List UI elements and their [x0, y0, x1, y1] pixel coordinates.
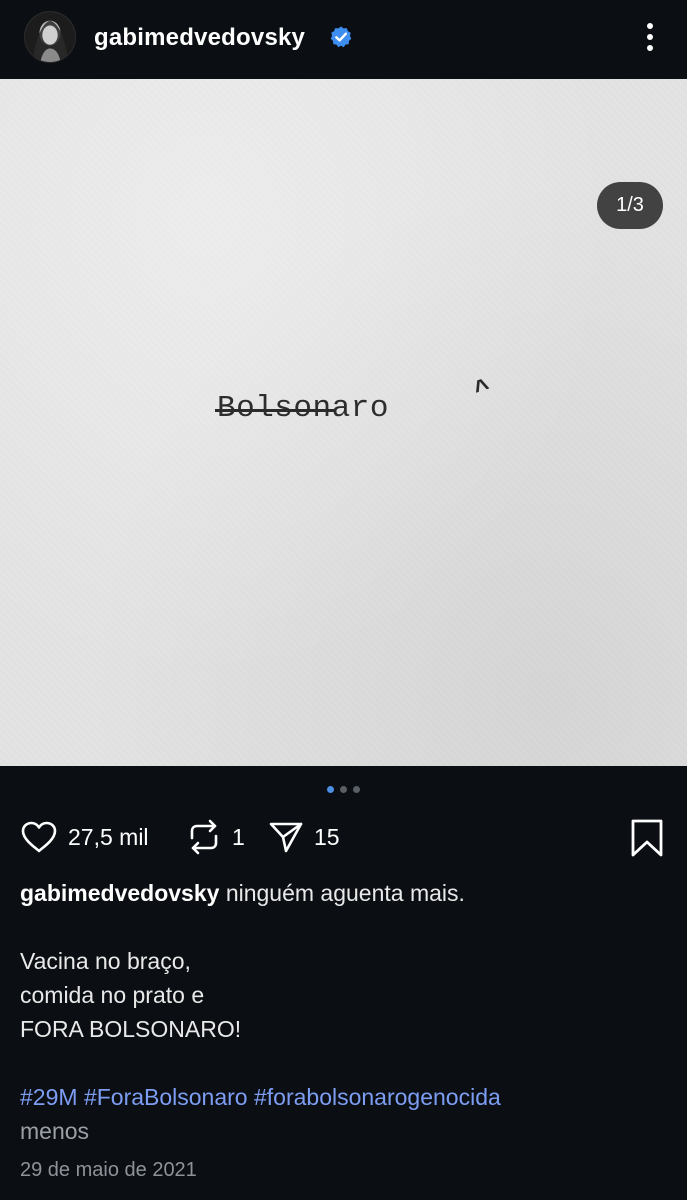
hashtag-link[interactable]: #forabolsonarogenocida	[254, 1084, 501, 1110]
hashtag-link[interactable]: #ForaBolsonaro	[84, 1084, 248, 1110]
caption-line: comida no prato e	[20, 982, 205, 1008]
action-bar: 27,5 mil 1 15	[0, 812, 687, 862]
header-username[interactable]: gabimedvedovsky	[94, 24, 305, 52]
caption-first-line: gabimedvedovsky ninguém aguenta mais.	[20, 876, 670, 910]
post-date: 29 de maio de 2021	[20, 1159, 197, 1181]
hashtags: #29M #ForaBolsonaro #forabolsonarogenoci…	[20, 1080, 670, 1114]
avatar-photo	[25, 12, 75, 62]
carousel-dot-active	[327, 786, 334, 793]
post-view: gabimedvedovsky Bolsonaro ^ 1/3 27,5 mil…	[0, 0, 687, 1200]
carousel-dot	[340, 786, 347, 793]
post-image[interactable]: Bolsonaro ^ 1/3	[0, 79, 687, 766]
more-vertical-icon	[647, 23, 653, 51]
avatar[interactable]	[24, 11, 76, 63]
show-less-link[interactable]: menos	[20, 1114, 670, 1148]
post-header: gabimedvedovsky	[0, 0, 687, 79]
like-button[interactable]: 27,5 mil	[20, 812, 149, 862]
carousel-dot	[353, 786, 360, 793]
repost-icon	[190, 819, 218, 855]
more-options-button[interactable]	[630, 14, 670, 60]
post-caption: gabimedvedovsky ninguém aguenta mais. Va…	[20, 876, 670, 1148]
page-counter: 1/3	[597, 182, 663, 229]
bookmark-icon[interactable]	[629, 818, 665, 858]
share-count: 15	[314, 823, 340, 850]
caption-text: ninguém aguenta mais.	[225, 880, 465, 906]
typed-text-rest: aro	[331, 391, 389, 426]
repost-count: 1	[232, 823, 245, 850]
hashtag-link[interactable]: #29M	[20, 1084, 78, 1110]
caption-username[interactable]: gabimedvedovsky	[20, 880, 219, 906]
verified-badge-icon	[330, 26, 352, 48]
typed-word: Bolsonaro	[217, 391, 389, 426]
struck-text: Bolson	[217, 391, 332, 426]
share-button[interactable]: 15	[268, 812, 340, 862]
caption-line: Vacina no braço,	[20, 948, 191, 974]
repost-button[interactable]: 1	[186, 812, 245, 862]
caption-line: FORA BOLSONARO!	[20, 1016, 242, 1042]
heart-icon	[21, 821, 57, 853]
carousel-dots	[0, 786, 687, 796]
send-icon	[269, 822, 303, 853]
like-count: 27,5 mil	[68, 823, 149, 850]
